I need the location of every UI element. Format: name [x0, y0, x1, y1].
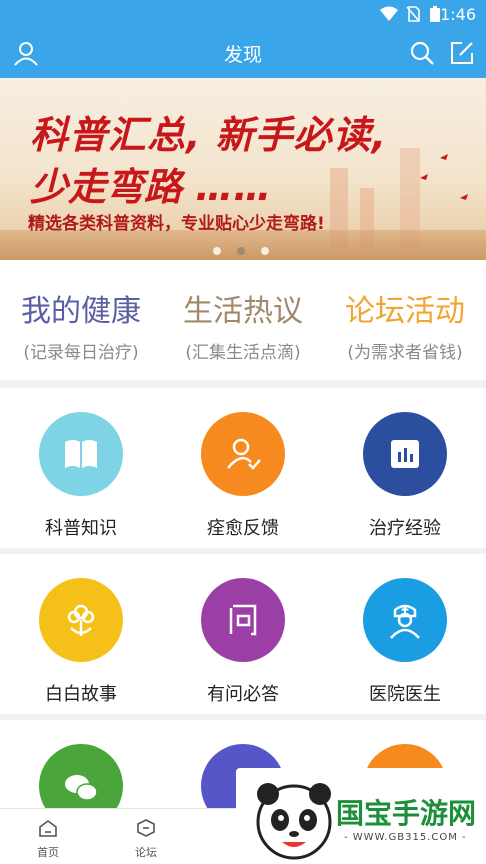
tab-label: 首页 [37, 846, 59, 859]
carousel-dot [237, 247, 245, 255]
category-subtitle: (汇集生活点滴) [185, 343, 301, 363]
grid-item-stories[interactable]: 白白故事 [0, 578, 162, 706]
home-icon [39, 820, 57, 837]
tab-home[interactable]: 首页 [18, 819, 78, 860]
banner-headline-2: 少走弯路 …… [30, 165, 272, 209]
feature-grid-row-2: 白白故事 有问必答 医院医生 [0, 554, 486, 714]
grid-item-treatment[interactable]: 治疗经验 [324, 412, 486, 540]
carousel-dot [261, 247, 269, 255]
category-subtitle: (记录每日治疗) [23, 343, 139, 363]
grid-item-recovery[interactable]: 痊愈反馈 [162, 412, 324, 540]
panda-logo-icon [256, 783, 332, 860]
category-life-discussion[interactable]: 生活热议 (汇集生活点滴) [162, 286, 324, 363]
category-title: 生活热议 [183, 294, 303, 329]
top-nav-bar: 发现 [0, 28, 486, 78]
search-icon[interactable] [408, 39, 436, 67]
grid-item-label: 有问必答 [207, 684, 279, 705]
doctor-icon [363, 578, 447, 662]
user-check-icon [201, 412, 285, 496]
promo-banner[interactable]: 科普汇总, 新手必读, 少走弯路 …… 精选各类科普资料，专业贴心少走弯路! [0, 78, 486, 260]
tab-forum[interactable]: 论坛 [116, 819, 176, 860]
wechat-icon [39, 744, 123, 808]
battery-icon [430, 6, 440, 22]
no-sim-icon [406, 6, 420, 22]
grid-item-label: 科普知识 [45, 518, 117, 539]
status-bar: 1:46 [0, 0, 486, 28]
forum-icon [137, 819, 155, 837]
tab-label: 论坛 [135, 846, 157, 859]
grid-item-science[interactable]: 科普知识 [0, 412, 162, 540]
category-title: 论坛活动 [345, 294, 465, 329]
carousel-dot [213, 247, 221, 255]
category-title: 我的健康 [21, 294, 141, 329]
watermark: 国宝手游网 - WWW.GB315.COM - [236, 768, 486, 864]
banner-subtitle: 精选各类科普资料，专业贴心少走弯路! [28, 214, 325, 234]
watermark-url: - WWW.GB315.COM - [344, 832, 467, 843]
question-icon [201, 578, 285, 662]
grid-item-wechat[interactable] [0, 744, 162, 808]
book-icon [39, 412, 123, 496]
grid-item-label: 治疗经验 [369, 518, 441, 539]
wifi-icon [380, 6, 398, 21]
carousel-indicator[interactable] [213, 240, 285, 259]
chart-icon [363, 412, 447, 496]
feature-grid-row-1: 科普知识 痊愈反馈 治疗经验 [0, 388, 486, 548]
category-my-health[interactable]: 我的健康 (记录每日治疗) [0, 286, 162, 363]
grid-item-hospital[interactable]: 医院医生 [324, 578, 486, 706]
grid-item-label: 医院医生 [369, 684, 441, 705]
category-row: 我的健康 (记录每日治疗) 生活热议 (汇集生活点滴) 论坛活动 (为需求者省钱… [0, 260, 486, 380]
category-subtitle: (为需求者省钱) [347, 343, 463, 363]
edit-icon[interactable] [448, 39, 476, 67]
flower-icon [39, 578, 123, 662]
grid-item-label: 白白故事 [45, 684, 117, 705]
category-forum-events[interactable]: 论坛活动 (为需求者省钱) [324, 286, 486, 363]
banner-headline-1: 科普汇总, 新手必读, [30, 113, 388, 157]
watermark-brand: 国宝手游网 [336, 797, 477, 830]
grid-item-qa[interactable]: 有问必答 [162, 578, 324, 706]
status-time: 1:46 [440, 5, 476, 24]
grid-item-label: 痊愈反馈 [207, 518, 279, 539]
